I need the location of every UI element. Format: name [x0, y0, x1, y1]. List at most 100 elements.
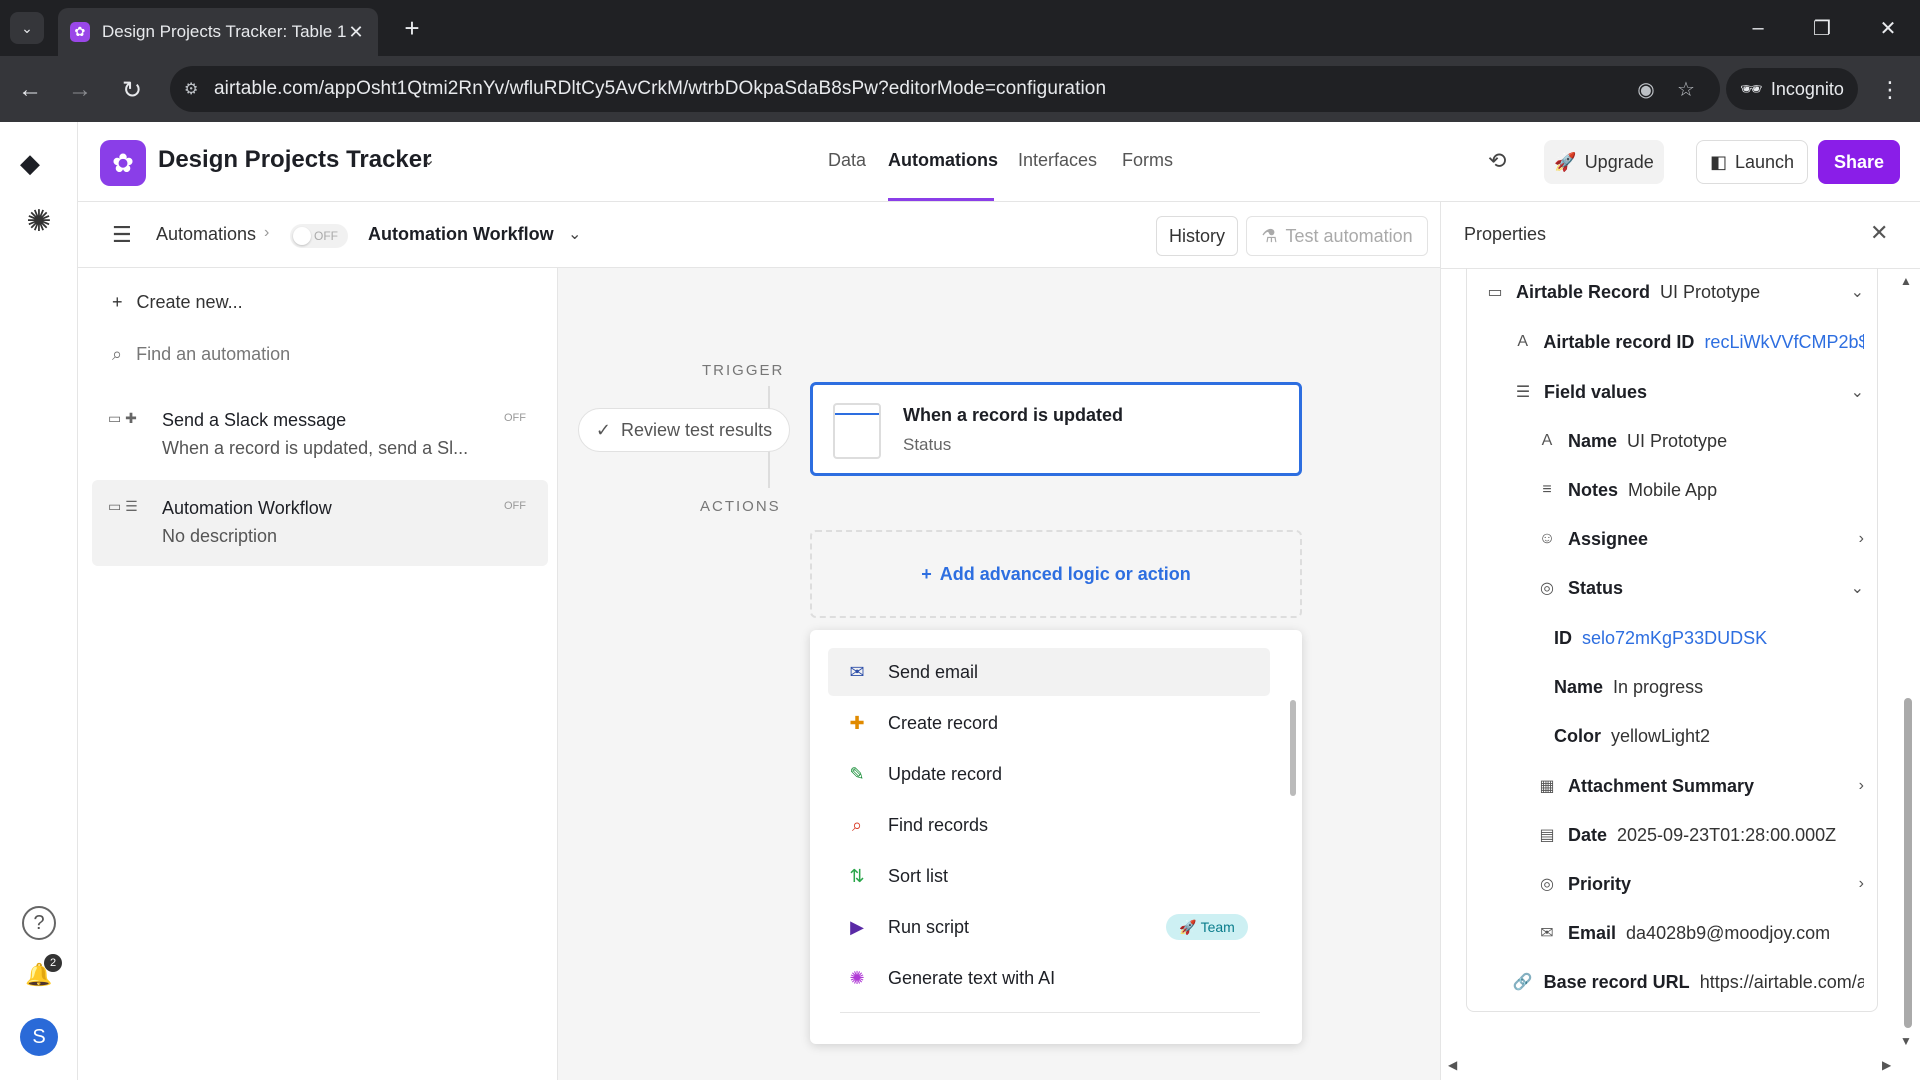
menu-item-sort-list[interactable]: ⇅ Sort list	[828, 852, 1270, 900]
scroll-down-icon[interactable]: ▼	[1900, 1034, 1912, 1048]
hamburger-menu-icon[interactable]: ☰	[112, 222, 132, 248]
list-item[interactable]: ▭ ✚ Send a Slack message When a record i…	[92, 392, 548, 478]
tab-data[interactable]: Data	[828, 150, 866, 171]
connector-line	[768, 448, 770, 488]
prop-row-airtable-record[interactable]: ▭ Airtable Record UI Prototype ⌄	[1484, 270, 1864, 314]
automation-description: When a record is updated, send a Sl...	[162, 438, 469, 458]
bookmark-star-icon[interactable]: ☆	[1666, 77, 1706, 102]
add-advanced-logic-button[interactable]: + Add advanced logic or action	[810, 530, 1302, 618]
menu-item-generate-text-ai[interactable]: ✺ Generate text with AI	[828, 954, 1270, 1002]
create-new-button[interactable]: + Create new...	[112, 292, 243, 313]
prop-row-status-color[interactable]: Color yellowLight2	[1554, 714, 1864, 758]
automation-on-off-toggle[interactable]: OFF	[290, 224, 348, 248]
airtable-logo-icon[interactable]: ◆	[20, 148, 56, 178]
trigger-card[interactable]: When a record is updated Status	[810, 382, 1302, 476]
properties-scrollbar[interactable]	[1904, 698, 1912, 1028]
chevron-down-icon[interactable]: ⌄	[422, 150, 435, 170]
prop-row-status-name[interactable]: Name In progress	[1554, 665, 1864, 709]
dropdown-scrollbar[interactable]	[1290, 700, 1296, 796]
team-badge-label: Team	[1200, 919, 1235, 935]
base-icon[interactable]: ✿	[100, 140, 146, 186]
tab-forms[interactable]: Forms	[1122, 150, 1173, 171]
close-window-icon[interactable]: ✕	[1864, 10, 1912, 46]
chevron-right-icon[interactable]: ›	[1859, 777, 1864, 795]
prop-row-assignee[interactable]: ☺ Assignee ›	[1536, 517, 1864, 561]
tab-interfaces[interactable]: Interfaces	[1018, 150, 1097, 171]
close-icon[interactable]: ✕	[1870, 220, 1888, 246]
incognito-indicator[interactable]: 🕶 Incognito	[1726, 68, 1858, 110]
record-icon: ▭	[1487, 284, 1503, 301]
history-clock-icon[interactable]: ⟲	[1488, 148, 1506, 174]
chevron-right-icon[interactable]: ›	[1859, 530, 1864, 548]
tab-search-icon[interactable]: ⌄	[10, 12, 44, 44]
scroll-up-icon[interactable]: ▲	[1900, 274, 1912, 288]
find-automation-input[interactable]: ⌕ Find an automation	[112, 344, 290, 365]
menu-item-send-email[interactable]: ✉ Send email	[828, 648, 1270, 696]
prop-row-record-id[interactable]: A Airtable record ID recLiWkVVfCMP2b$	[1512, 320, 1864, 364]
tracking-eye-icon[interactable]: ◉	[1626, 77, 1666, 102]
menu-item-update-record[interactable]: ✎ Update record	[828, 750, 1270, 798]
browser-menu-icon[interactable]: ⋮	[1872, 70, 1908, 110]
omni-sparkle-icon[interactable]: ✺	[20, 204, 58, 242]
envelope-icon: ✉	[1540, 925, 1554, 942]
chevron-right-icon[interactable]: ›	[1859, 875, 1864, 893]
list-item[interactable]: ▭ ☰ Automation Workflow No description O…	[92, 480, 548, 566]
menu-item-create-record[interactable]: ✚ Create record	[828, 699, 1270, 747]
single-select-icon: ◎	[1540, 876, 1554, 893]
chevron-down-icon[interactable]: ⌄	[1851, 282, 1864, 302]
calendar-icon: ▤	[1539, 827, 1555, 844]
test-automation-button[interactable]: ⚗ Test automation	[1246, 216, 1428, 256]
flask-icon: ⚗	[1261, 225, 1278, 246]
browser-tab[interactable]: ✿ Design Projects Tracker: Table 1 ✕	[58, 8, 378, 56]
base-name[interactable]: Design Projects Tracker	[158, 146, 431, 174]
scroll-left-icon[interactable]: ◀	[1448, 1058, 1457, 1072]
tab-automations[interactable]: Automations	[888, 150, 998, 171]
prop-row-status-id[interactable]: ID selo72mKgP33DUDSK	[1554, 616, 1864, 660]
pencil-icon: ✎	[849, 763, 865, 784]
omnibox[interactable]: ⚙ airtable.com/appOsht1Qtmi2RnYv/wfluRDl…	[170, 66, 1720, 112]
scroll-right-icon[interactable]: ▶	[1882, 1058, 1891, 1072]
reload-icon[interactable]: ↻	[112, 70, 152, 110]
link-icon: 🔗	[1512, 974, 1533, 991]
prop-row-priority[interactable]: ◎ Priority ›	[1536, 862, 1864, 906]
prop-row-attachment-summary[interactable]: ▦ Attachment Summary ›	[1536, 764, 1864, 808]
menu-item-run-script[interactable]: ▶ Run script 🚀 Team	[828, 903, 1270, 951]
menu-item-find-records[interactable]: ⌕ Find records	[828, 801, 1270, 849]
minimize-icon[interactable]: –	[1734, 10, 1782, 46]
history-button[interactable]: History	[1156, 216, 1238, 256]
site-info-icon[interactable]: ⚙	[184, 79, 214, 99]
url-text[interactable]: airtable.com/appOsht1Qtmi2RnYv/wfluRDltC…	[214, 78, 1626, 100]
breadcrumb-workflow[interactable]: Automation Workflow	[368, 224, 554, 245]
trigger-label: TRIGGER	[702, 362, 785, 379]
prop-key: Name	[1568, 430, 1618, 451]
menu-item-label: Update record	[888, 763, 1003, 784]
review-test-results-button[interactable]: ✓ Review test results	[578, 408, 790, 452]
share-button[interactable]: Share	[1818, 140, 1900, 184]
prop-row-base-record-url[interactable]: 🔗 Base record URL https://airtable.com/a	[1512, 960, 1864, 1004]
help-icon[interactable]: ?	[22, 906, 56, 940]
single-select-icon: ◎	[1540, 580, 1554, 597]
back-icon[interactable]: ←	[10, 70, 50, 110]
avatar[interactable]: S	[20, 1018, 58, 1056]
chevron-down-icon[interactable]: ⌄	[1851, 382, 1864, 402]
prop-row-name[interactable]: A Name UI Prototype	[1536, 419, 1864, 463]
breadcrumb-automations[interactable]: Automations	[156, 224, 256, 245]
launch-button[interactable]: ◧ Launch	[1696, 140, 1808, 184]
chevron-down-icon[interactable]: ⌄	[1851, 578, 1864, 598]
prop-row-email[interactable]: ✉ Email da4028b9@moodjoy.com	[1536, 911, 1864, 955]
upgrade-button[interactable]: 🚀 Upgrade	[1544, 140, 1664, 184]
prop-row-notes[interactable]: ≡ Notes Mobile App	[1536, 468, 1864, 512]
prop-row-status[interactable]: ◎ Status ⌄	[1536, 566, 1864, 610]
forward-icon[interactable]: →	[60, 70, 100, 110]
prop-row-date[interactable]: ▤ Date 2025-09-23T01:28:00.000Z	[1536, 813, 1864, 857]
attachment-icon: ▦	[1539, 778, 1555, 795]
prop-row-field-values[interactable]: ☰ Field values ⌄	[1512, 370, 1864, 414]
launch-label: Launch	[1734, 151, 1795, 172]
chevron-down-icon[interactable]: ⌄	[568, 224, 581, 244]
new-tab-icon[interactable]: +	[396, 12, 428, 44]
prop-key: Date	[1568, 824, 1608, 845]
restore-icon[interactable]: ❐	[1798, 10, 1846, 46]
prop-key: Attachment Summary	[1568, 775, 1755, 796]
close-tab-icon[interactable]: ✕	[346, 22, 366, 43]
prop-key: Assignee	[1568, 528, 1649, 549]
